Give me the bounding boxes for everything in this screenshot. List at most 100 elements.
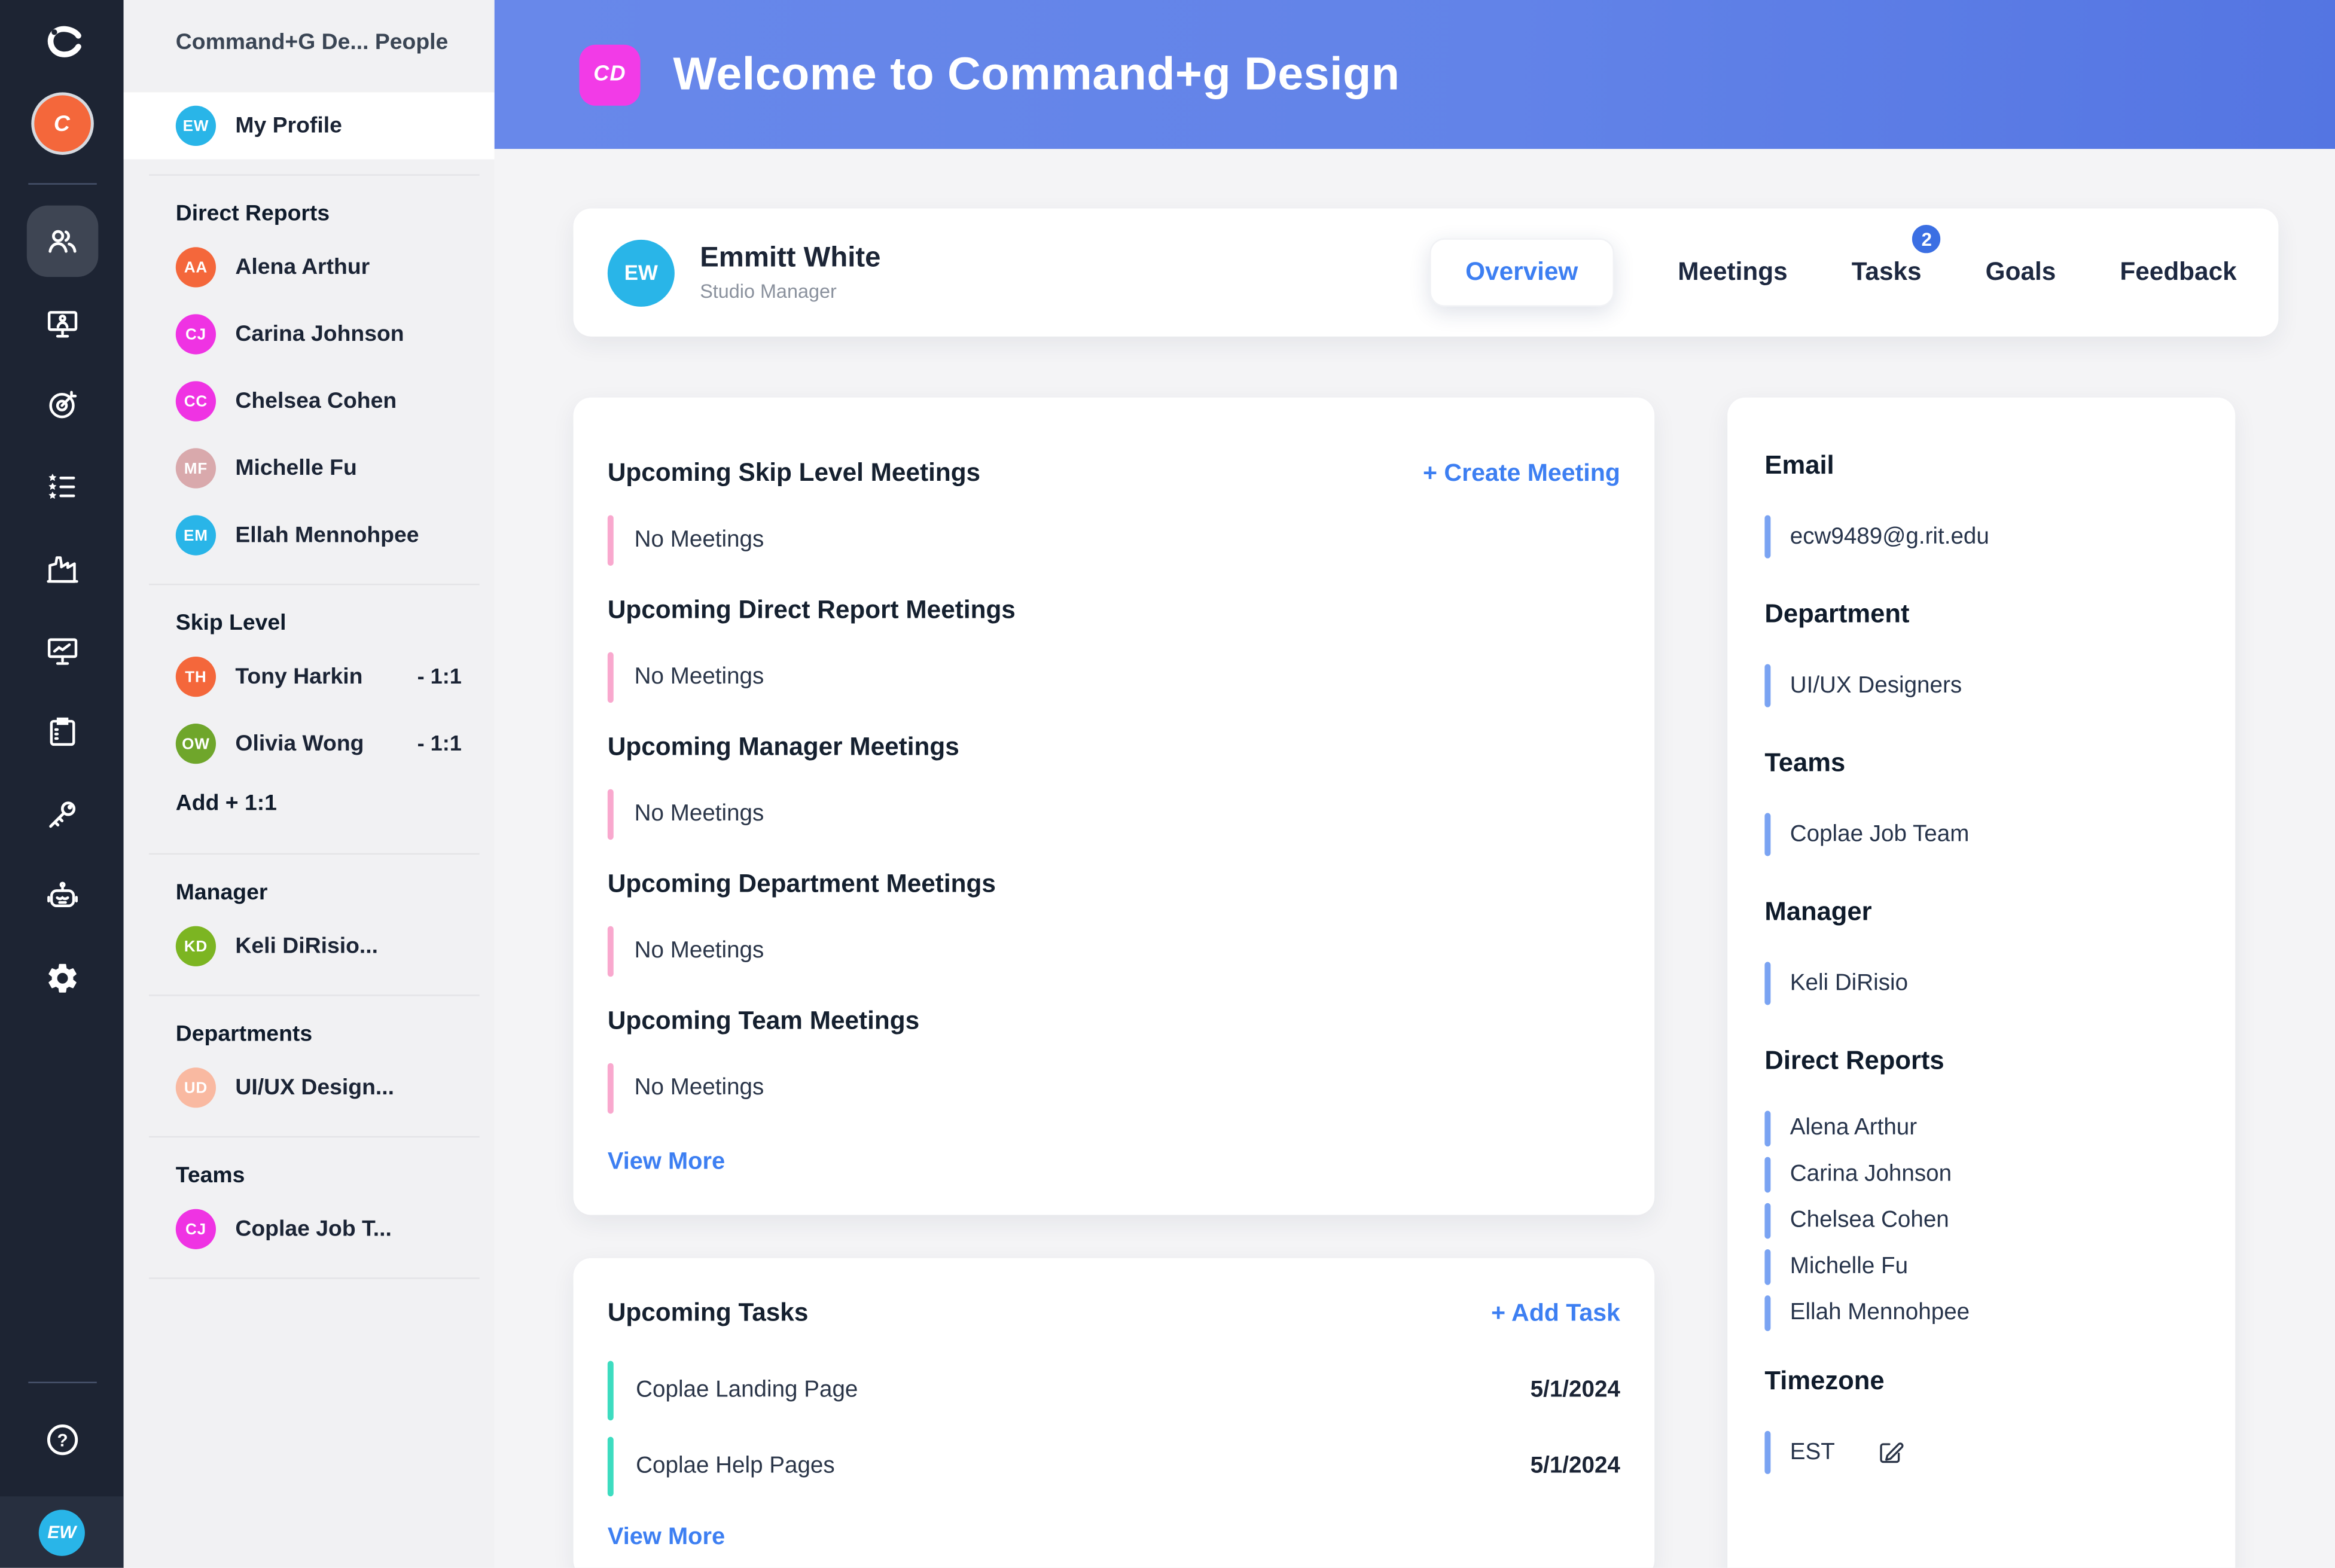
avatar: TH <box>175 657 217 697</box>
accent-bar <box>1764 962 1771 1005</box>
details-heading: Department <box>1764 598 1910 629</box>
nav-notes-icon[interactable] <box>26 697 98 768</box>
avatar: KD <box>175 926 217 966</box>
divider <box>148 584 480 585</box>
my-profile-item[interactable]: EW My Profile <box>123 92 495 160</box>
avatar: OW <box>175 724 217 764</box>
edit-timezone-icon[interactable] <box>1877 1438 1905 1466</box>
meetings-view-more-link[interactable]: View More <box>608 1149 725 1176</box>
accent-bar <box>607 515 614 566</box>
tab-overview[interactable]: Overview <box>1429 238 1614 307</box>
nav-people-icon[interactable] <box>26 205 98 277</box>
task-due-date: 5/1/2024 <box>1530 1453 1620 1479</box>
divider <box>148 995 480 996</box>
meetings-section-heading: Upcoming Manager Meetings <box>607 732 959 761</box>
tab-meetings[interactable]: Meetings <box>1678 240 1787 306</box>
avatar: CJ <box>175 314 217 355</box>
avatar: UD <box>175 1067 217 1108</box>
person-item[interactable]: OW Olivia Wong - 1:1 <box>124 710 495 777</box>
tab-goals[interactable]: Goals <box>1986 240 2056 306</box>
accent-bar <box>1764 1430 1771 1474</box>
meetings-section-heading: Upcoming Team Meetings <box>607 1006 920 1035</box>
person-item[interactable]: CC Chelsea Cohen <box>124 368 495 435</box>
details-value: Michelle Fu <box>1764 1249 2208 1285</box>
create-meeting-link[interactable]: + Create Meeting <box>1423 459 1620 487</box>
sidebar-title: Command+G De... People <box>175 29 449 56</box>
section-heading: Skip Level <box>175 610 286 636</box>
profile-avatar: EW <box>607 239 675 306</box>
person-item[interactable]: KD Keli DiRisio... <box>124 913 495 980</box>
one-on-one-tag: - 1:1 <box>417 731 462 756</box>
team-item[interactable]: CJ Coplae Job T... <box>124 1195 495 1262</box>
person-item[interactable]: TH Tony Harkin - 1:1 <box>124 643 495 710</box>
accent-bar <box>1764 1249 1771 1285</box>
nav-reviews-icon[interactable] <box>26 451 98 523</box>
accent-bar <box>607 1436 614 1497</box>
empty-meetings-row: No Meetings <box>607 926 1620 977</box>
avatar: MF <box>175 448 217 489</box>
tab-feedback[interactable]: Feedback <box>2120 240 2236 306</box>
section-heading: Direct Reports <box>175 201 330 227</box>
nav-presentation-icon[interactable] <box>26 288 98 359</box>
avatar: EM <box>175 515 217 556</box>
nav-permissions-icon[interactable] <box>26 779 98 850</box>
welcome-banner: CD Welcome to Command+g Design <box>494 0 2335 149</box>
accent-bar <box>1764 515 1771 559</box>
empty-meetings-row: No Meetings <box>607 652 1620 703</box>
add-task-link[interactable]: + Add Task <box>1491 1299 1620 1327</box>
empty-meetings-row: No Meetings <box>607 1063 1620 1114</box>
accent-bar <box>1764 1295 1771 1331</box>
tasks-heading: Upcoming Tasks <box>607 1298 809 1327</box>
person-item[interactable]: MF Michelle Fu <box>124 435 495 502</box>
profile-tabs: Overview Meetings Tasks 2 Goals Feedback <box>1429 220 2237 307</box>
accent-bar <box>1764 1203 1771 1239</box>
person-item[interactable]: CJ Carina Johnson <box>124 301 495 368</box>
accent-bar <box>1764 664 1771 707</box>
rail-user-strip: EW <box>0 1496 124 1568</box>
tasks-view-more-link[interactable]: View More <box>608 1525 725 1552</box>
meetings-section-heading: Upcoming Department Meetings <box>607 870 996 898</box>
details-heading: Direct Reports <box>1764 1045 1944 1075</box>
department-item[interactable]: UD UI/UX Design... <box>124 1054 495 1121</box>
coplae-logo-icon[interactable] <box>36 18 87 69</box>
task-item[interactable]: Coplae Help Pages 5/1/2024 <box>607 1431 1620 1503</box>
details-value: Keli DiRisio <box>1764 962 2208 1005</box>
section-heading: Teams <box>175 1163 245 1188</box>
nav-settings-icon[interactable] <box>26 942 98 1014</box>
empty-meetings-row: No Meetings <box>607 515 1620 566</box>
icon-rail: C ? EW <box>0 0 124 1568</box>
divider <box>148 174 480 176</box>
divider <box>28 1381 96 1384</box>
nav-performance-icon[interactable] <box>26 615 98 687</box>
details-heading: Teams <box>1764 747 1846 777</box>
task-item[interactable]: Coplae Landing Page 5/1/2024 <box>607 1355 1620 1427</box>
profile-details-panel: Email ecw9489@g.rit.edu Department UI/UX… <box>1727 397 2236 1568</box>
nav-company-icon[interactable] <box>26 533 98 605</box>
accent-bar <box>1764 1111 1771 1147</box>
details-value: Alena Arthur <box>1764 1111 2208 1147</box>
person-item[interactable]: AA Alena Arthur <box>124 234 495 301</box>
nav-bot-icon[interactable] <box>26 861 98 932</box>
page-title: Welcome to Command+g Design <box>673 47 1400 100</box>
details-heading: Email <box>1764 449 1834 480</box>
meetings-section-heading: Upcoming Skip Level Meetings <box>607 458 981 487</box>
accent-bar <box>607 1063 614 1114</box>
details-value: UI/UX Designers <box>1764 664 2208 707</box>
details-heading: Manager <box>1764 896 1872 926</box>
nav-goals-icon[interactable] <box>26 369 98 441</box>
person-item[interactable]: EM Ellah Mennohpee <box>124 502 495 569</box>
details-value: EST <box>1764 1430 2208 1474</box>
workspace-avatar[interactable]: C <box>33 95 90 152</box>
one-on-one-tag: - 1:1 <box>417 664 462 689</box>
app: C ? EW Command+G De... People EW My Prof… <box>0 0 2335 1568</box>
user-avatar[interactable]: EW <box>38 1509 85 1555</box>
add-one-on-one-button[interactable]: Add + 1:1 <box>176 791 495 816</box>
tasks-count-badge: 2 <box>1908 220 1946 258</box>
meetings-card: Upcoming Skip Level Meetings + Create Me… <box>573 397 1655 1215</box>
help-icon[interactable]: ? <box>26 1404 98 1476</box>
tab-tasks[interactable]: Tasks 2 <box>1852 220 1946 306</box>
avatar: CJ <box>175 1209 217 1249</box>
divider <box>28 183 96 185</box>
workspace-badge: CD <box>579 44 641 105</box>
empty-meetings-row: No Meetings <box>607 789 1620 840</box>
